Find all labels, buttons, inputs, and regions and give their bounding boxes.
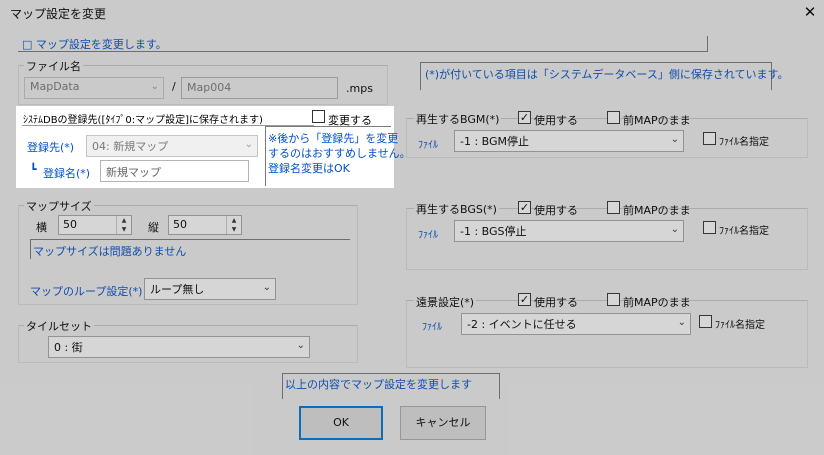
loop-dropdown[interactable]: ループ無し ⌄ <box>144 278 276 300</box>
chevron-down-icon: ⌄ <box>244 139 253 150</box>
sysdb-dest-value: 04: 新規マップ <box>92 140 169 153</box>
bgs-keep-checkbox[interactable] <box>607 201 620 214</box>
bgm-use-checkbox[interactable]: ✓ <box>518 111 531 124</box>
sysdb-note-box: ※後から「登録先」を変更 するのはおすすめしません。 登録名変更はOK <box>265 126 411 186</box>
sysdb-regname-label: 登録名(*) <box>43 167 91 180</box>
db-note: (*)が付いている項目は「システムデータベース」側に保存されています。 <box>425 68 789 81</box>
bgs-file-value: -1 : BGS停止 <box>460 225 527 238</box>
bgm-file-value: -1 : BGM停止 <box>460 135 530 148</box>
down-arrow-icon[interactable]: ▼ <box>227 225 241 234</box>
height-spinner-buttons[interactable]: ▲ ▼ <box>226 216 241 234</box>
sysdb-note-line1: ※後から「登録先」を変更 <box>268 132 399 145</box>
sysdb-title: ｼｽﾃﾑDBの登録先([ﾀｲﾌﾟ0:マップ設定]に保存されます) <box>23 115 263 126</box>
map-size-status-box: マップサイズは問題ありません <box>30 239 350 259</box>
bgm-keep-checkbox[interactable] <box>607 111 620 124</box>
bgm-file-dropdown[interactable]: -1 : BGM停止 ⌄ <box>454 130 684 152</box>
bgs-file-label: ﾌｧｲﾙ <box>418 230 438 241</box>
bgs-spec-checkbox[interactable] <box>703 221 716 234</box>
height-value: 50 <box>173 218 187 231</box>
bgm-spec-label: ﾌｧｲﾙ名指定 <box>719 137 769 148</box>
parallax-file-dropdown[interactable]: -2 : イベントに任せる ⌄ <box>461 313 691 335</box>
up-arrow-icon[interactable]: ▲ <box>117 216 131 225</box>
chevron-down-icon: ⌄ <box>296 340 305 351</box>
bgs-keep-label: 前MAPのまま <box>623 204 691 217</box>
bgm-spec-checkbox[interactable] <box>703 132 716 145</box>
parallax-use-checkbox[interactable]: ✓ <box>518 293 531 306</box>
folder-dropdown[interactable]: MapData ⌄ <box>24 77 164 99</box>
parallax-file-value: -2 : イベントに任せる <box>467 318 577 331</box>
down-arrow-icon[interactable]: ▼ <box>117 225 131 234</box>
parallax-label: 遠景設定(*) <box>414 294 477 310</box>
map-size-label: マップサイズ <box>24 198 94 214</box>
sysdb-note-line3: 登録名変更はOK <box>268 162 350 175</box>
sysdb-change-checkbox[interactable] <box>312 110 325 123</box>
parallax-keep-label: 前MAPのまま <box>623 296 691 309</box>
footer-status: 以上の内容でマップ設定を変更します <box>285 378 472 391</box>
info-message: □ マップ設定を変更します。 <box>22 38 167 51</box>
bgs-use-label: 使用する <box>534 204 578 217</box>
bgs-label: 再生するBGS(*) <box>414 201 499 217</box>
chevron-down-icon: ⌄ <box>670 134 679 145</box>
map-size-status: マップサイズは問題ありません <box>33 245 187 258</box>
bgm-use-label: 使用する <box>534 114 578 127</box>
tileset-value: 0 : 街 <box>54 341 83 354</box>
parallax-keep-checkbox[interactable] <box>607 293 620 306</box>
map-file-name-value: Map004 <box>187 81 232 94</box>
sysdb-dest-dropdown[interactable]: 04: 新規マップ ⌄ <box>86 135 258 157</box>
loop-value: ループ無し <box>150 283 205 296</box>
chevron-down-icon: ⌄ <box>677 317 686 328</box>
parallax-spec-checkbox[interactable] <box>699 315 712 328</box>
height-spinner[interactable]: 50 ▲ ▼ <box>168 215 242 235</box>
footer-status-box: 以上の内容でマップ設定を変更します <box>282 373 500 399</box>
chevron-down-icon: ⌄ <box>262 282 271 293</box>
up-arrow-icon[interactable]: ▲ <box>227 216 241 225</box>
file-extension: .mps <box>346 82 373 95</box>
parallax-use-label: 使用する <box>534 296 578 309</box>
sysdb-regname-value: 新規マップ <box>106 166 161 179</box>
bgs-use-checkbox[interactable]: ✓ <box>518 201 531 214</box>
width-label: 横 <box>36 221 47 234</box>
chevron-down-icon: ⌄ <box>150 81 159 92</box>
height-label: 縦 <box>148 221 159 234</box>
bgm-keep-label: 前MAPのまま <box>623 114 691 127</box>
bgm-file-label: ﾌｧｲﾙ <box>418 140 438 151</box>
sysdb-regname-field[interactable]: 新規マップ <box>100 160 249 182</box>
bgs-file-dropdown[interactable]: -1 : BGS停止 ⌄ <box>454 220 684 242</box>
sysdb-note-line2: するのはおすすめしません。 <box>268 147 411 160</box>
loop-label: マップのループ設定(*) <box>30 285 143 298</box>
bgs-spec-label: ﾌｧｲﾙ名指定 <box>719 226 769 237</box>
parallax-spec-label: ﾌｧｲﾙ名指定 <box>715 320 765 331</box>
chevron-down-icon: ⌄ <box>670 224 679 235</box>
parallax-file-label: ﾌｧｲﾙ <box>422 322 442 333</box>
map-file-name-field[interactable]: Map004 <box>181 77 338 99</box>
folder-value: MapData <box>30 80 80 93</box>
info-message-box: □ マップ設定を変更します。 <box>18 36 708 52</box>
db-note-box: (*)が付いている項目は「システムデータベース」側に保存されています。 <box>420 62 788 90</box>
tileset-label: タイルセット <box>24 318 94 334</box>
tileset-dropdown[interactable]: 0 : 街 ⌄ <box>48 336 310 358</box>
close-icon[interactable]: ✕ <box>802 3 818 21</box>
width-value: 50 <box>63 218 77 231</box>
window-title: マップ設定を変更 <box>10 7 107 21</box>
path-separator: / <box>172 80 176 93</box>
ok-button[interactable]: OK <box>299 406 383 440</box>
width-spinner[interactable]: 50 ▲ ▼ <box>58 215 132 235</box>
file-name-label: ファイル名 <box>24 58 83 74</box>
bgm-label: 再生するBGM(*) <box>414 111 502 127</box>
width-spinner-buttons[interactable]: ▲ ▼ <box>116 216 131 234</box>
cancel-button[interactable]: キャンセル <box>400 406 486 440</box>
sysdb-dest-label: 登録先(*) <box>27 141 75 154</box>
sysdb-regname-prefix: ┗ <box>30 163 37 176</box>
